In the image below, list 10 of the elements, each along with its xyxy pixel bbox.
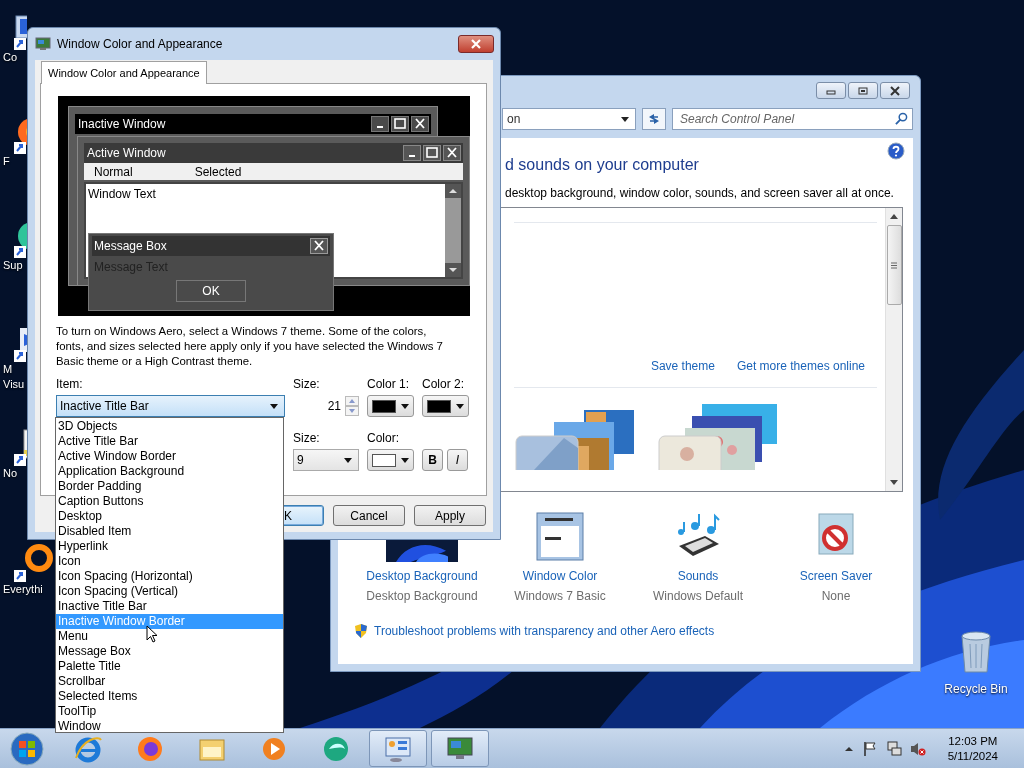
- chevron-icon[interactable]: [843, 745, 854, 752]
- flag-icon[interactable]: [861, 740, 878, 757]
- clock-date: 5/11/2024: [947, 748, 998, 764]
- display-button[interactable]: [431, 730, 489, 767]
- network-icon[interactable]: [885, 740, 902, 757]
- clock-time: 12:03 PM: [948, 733, 998, 749]
- clock[interactable]: 12:03 PM 5/11/2024: [947, 733, 998, 764]
- control-panel-button[interactable]: [369, 730, 427, 767]
- muted-speaker-icon[interactable]: [909, 740, 926, 757]
- start-button[interactable]: [9, 730, 45, 767]
